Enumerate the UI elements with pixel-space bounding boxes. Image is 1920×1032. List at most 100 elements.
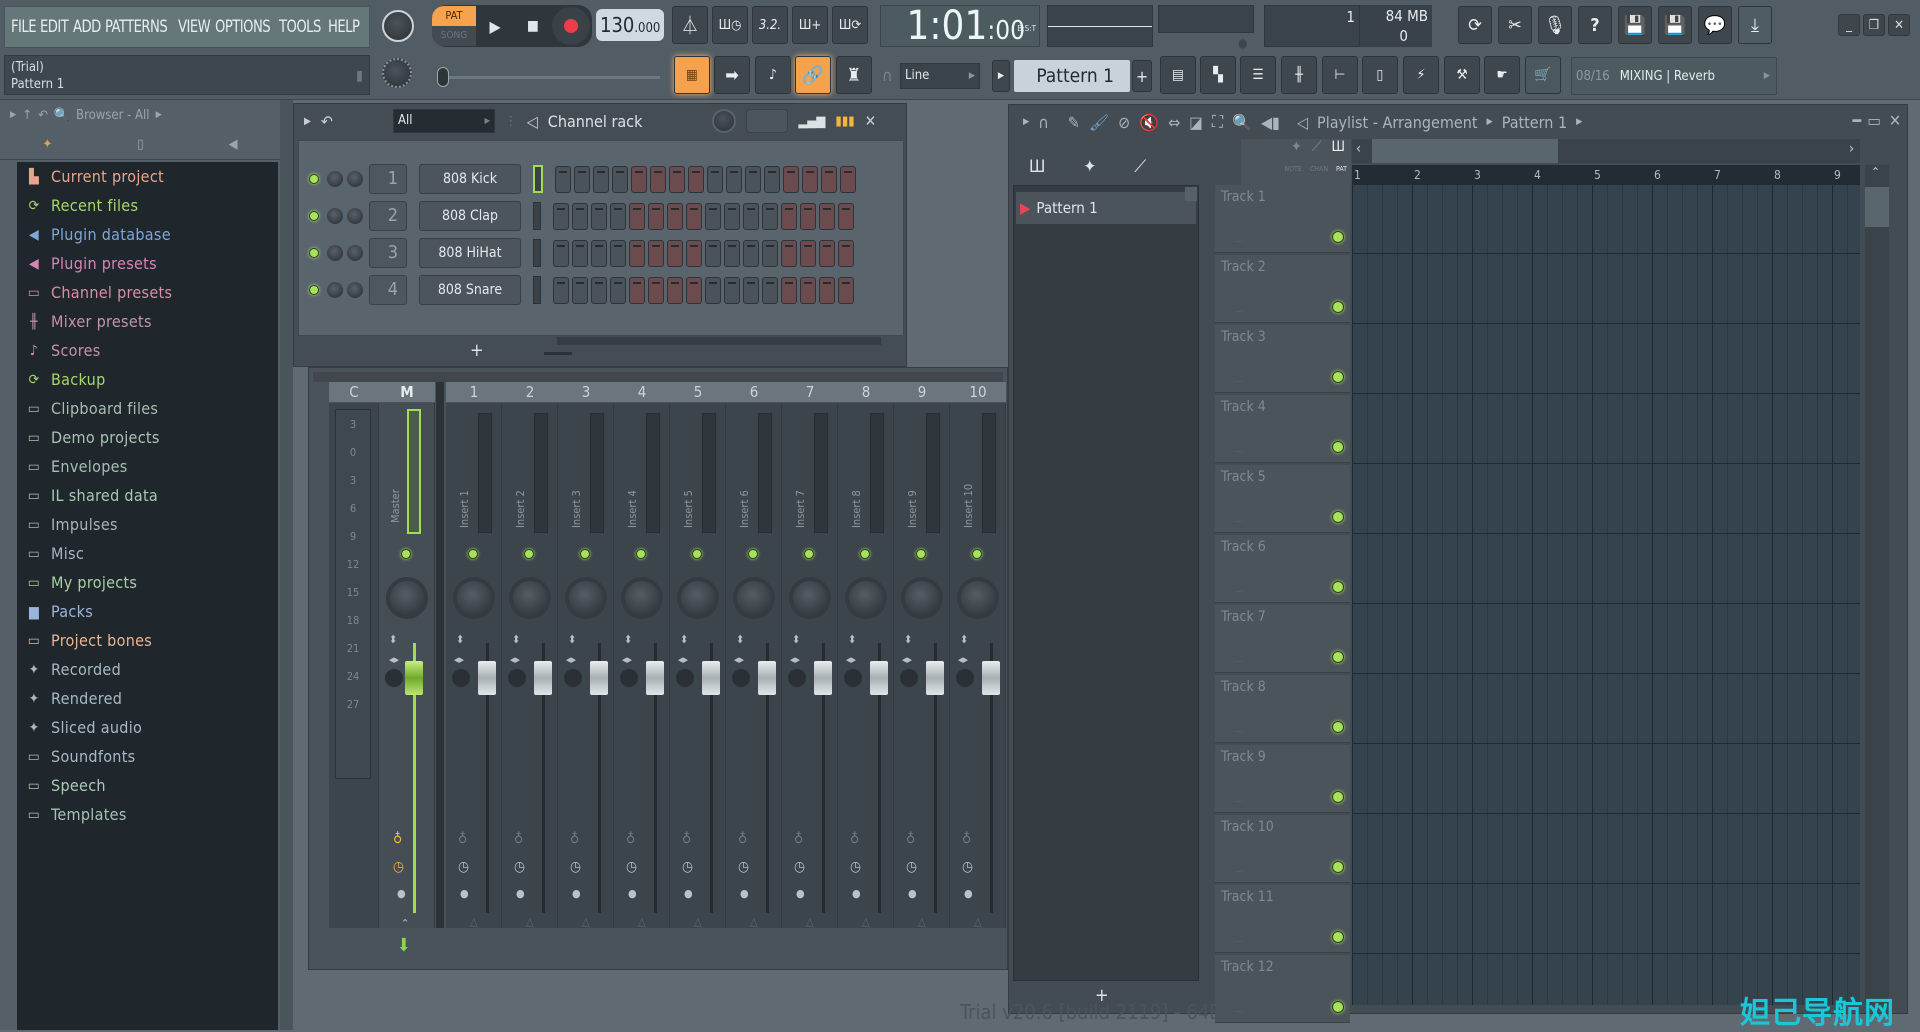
close-icon[interactable]: ✕	[865, 112, 876, 130]
swap-lr-icon[interactable]: ◂▸	[790, 653, 800, 666]
track-mute-led[interactable]	[1332, 1001, 1344, 1013]
step-button[interactable]	[707, 165, 723, 193]
record-button[interactable]	[552, 7, 590, 45]
step-button[interactable]	[667, 202, 683, 230]
paint-icon[interactable]: 🖌	[1089, 113, 1109, 132]
piano-roll-button[interactable]: ▚	[1200, 56, 1236, 94]
track-options-dots[interactable]: ...	[1235, 445, 1243, 455]
track-header[interactable]: Track 6...	[1215, 535, 1350, 603]
vscroll-thumb[interactable]	[1865, 187, 1889, 227]
channel-volume-knob[interactable]	[327, 171, 343, 187]
insert-volume-fader[interactable]	[758, 661, 776, 695]
insert-enable-led[interactable]	[804, 549, 814, 559]
insert-volume-fader[interactable]	[926, 661, 944, 695]
track-mute-led[interactable]	[1332, 931, 1344, 943]
add-pattern-button[interactable]: +	[1132, 60, 1152, 92]
step-button[interactable]	[764, 165, 780, 193]
timeline-ruler[interactable]: 1 2 3 4 5 6 7 8 9	[1352, 165, 1860, 185]
route-dot[interactable]: ●	[796, 887, 805, 900]
track-mute-led[interactable]	[1332, 231, 1344, 243]
step-button[interactable]	[553, 239, 569, 267]
step-button[interactable]	[591, 276, 607, 304]
route-dot[interactable]: ●	[397, 887, 406, 900]
track-options-dots[interactable]: ...	[1235, 305, 1243, 315]
step-button[interactable]	[838, 202, 854, 230]
step-button[interactable]	[610, 239, 626, 267]
record-arm-icon[interactable]: ♁	[626, 831, 635, 847]
channel-select-indicator[interactable]	[533, 276, 541, 304]
stereo-separation-icon[interactable]: ⬍	[389, 633, 397, 646]
song-position-clock[interactable]: 1:01:00 B:S:T	[880, 5, 1040, 47]
pencil-icon[interactable]: ✎	[1068, 113, 1080, 132]
stereo-separation-icon[interactable]: ⬍	[624, 633, 632, 646]
step-button[interactable]	[648, 276, 664, 304]
send-triangle-icon[interactable]: △	[526, 915, 534, 928]
latency-clock-icon[interactable]: ◷	[514, 859, 525, 875]
insert-strip[interactable]: Insert 8 ⬍ ◂▸ ♁ ◷ ● △	[838, 403, 894, 928]
tutorial-hint-panel[interactable]: 08/16 MIXING | Reverb ▶	[1571, 57, 1777, 95]
track-header[interactable]: Track 3...	[1215, 325, 1350, 393]
swap-lr-icon[interactable]: ◂▸	[389, 653, 399, 666]
insert-strip[interactable]: Insert 5 ⬍ ◂▸ ♁ ◷ ● △	[670, 403, 726, 928]
step-button[interactable]	[593, 165, 609, 193]
channel-pan-knob[interactable]	[347, 208, 363, 224]
loop-record-button[interactable]: Ш⟳	[832, 6, 868, 44]
browser-item[interactable]: ▭ Envelopes	[17, 452, 278, 481]
track-options-dots[interactable]: ...	[1235, 375, 1243, 385]
document-tab-icon[interactable]: ▯	[137, 137, 143, 152]
track-header[interactable]: Track 4...	[1215, 395, 1350, 463]
track-header[interactable]: Track 8...	[1215, 675, 1350, 743]
swap-lr-icon[interactable]: ◂▸	[622, 653, 632, 666]
step-button[interactable]	[840, 165, 856, 193]
automation-icon[interactable]: ⟋	[1312, 139, 1322, 155]
track-options-dots[interactable]: ...	[1235, 1005, 1243, 1015]
scroll-left-icon[interactable]: ‹	[1356, 141, 1361, 157]
channel-volume-knob[interactable]	[327, 208, 343, 224]
search-icon[interactable]: 🔍	[54, 108, 70, 123]
channel-name-button[interactable]: 808 Clap	[419, 201, 521, 231]
insert-enable-led[interactable]	[748, 549, 758, 559]
send-triangle-icon[interactable]: △	[470, 915, 478, 928]
browser-item[interactable]: ▭ Impulses	[17, 510, 278, 539]
step-button[interactable]	[553, 202, 569, 230]
channel-mute-led[interactable]	[309, 248, 319, 258]
track-mute-led[interactable]	[1332, 581, 1344, 593]
step-button[interactable]	[629, 202, 645, 230]
channel-mute-led[interactable]	[309, 211, 319, 221]
swap-lr-icon[interactable]: ◂▸	[958, 653, 968, 666]
step-sequencer-icon[interactable]: ▮▮▮	[835, 114, 854, 129]
pat-song-toggle[interactable]: PAT SONG	[432, 6, 476, 46]
master-pitch-knob[interactable]	[382, 58, 412, 88]
slice-icon[interactable]: ◪	[1189, 113, 1203, 132]
speaker-tab-icon[interactable]: ◀	[229, 137, 238, 152]
browser-item[interactable]: ╫ Mixer presets	[17, 307, 278, 336]
minimize-button[interactable]: _	[1838, 14, 1860, 36]
playlist-menu-icon[interactable]: ▶	[1023, 117, 1029, 127]
step-button[interactable]	[762, 202, 778, 230]
insert-enable-led[interactable]	[636, 549, 646, 559]
countdown-button[interactable]: 3.2.	[752, 6, 788, 44]
step-button[interactable]	[800, 202, 816, 230]
channel-name-button[interactable]: 808 Snare	[419, 275, 521, 305]
insert-pan-knob[interactable]	[961, 581, 995, 615]
route-dot[interactable]: ●	[908, 887, 917, 900]
record-arm-icon[interactable]: ♁	[682, 831, 691, 847]
step-edit-button[interactable]: Ш+	[792, 6, 828, 44]
horizontal-scrollbar[interactable]: ‹ ›	[1352, 139, 1860, 163]
send-triangle-icon[interactable]: △	[582, 915, 590, 928]
insert-enable-led[interactable]	[972, 549, 982, 559]
step-button[interactable]	[650, 165, 666, 193]
latency-clock-icon[interactable]: ◷	[682, 859, 693, 875]
track-options-dots[interactable]: ...	[1235, 515, 1243, 525]
play-button[interactable]: ▶	[476, 17, 514, 36]
shop-button[interactable]: 🛒	[1525, 56, 1561, 94]
undo-icon[interactable]: ↶	[38, 108, 48, 123]
browser-item[interactable]: ▆ Packs	[17, 597, 278, 626]
record-arm-icon[interactable]: ♁	[962, 831, 971, 847]
insert-pan-knob[interactable]	[737, 581, 771, 615]
zoom-icon[interactable]: 🔍	[1232, 113, 1252, 132]
latency-clock-icon[interactable]: ◷	[794, 859, 805, 875]
send-triangle-icon[interactable]: △	[694, 915, 702, 928]
track-mute-led[interactable]	[1332, 651, 1344, 663]
step-button[interactable]	[821, 165, 837, 193]
